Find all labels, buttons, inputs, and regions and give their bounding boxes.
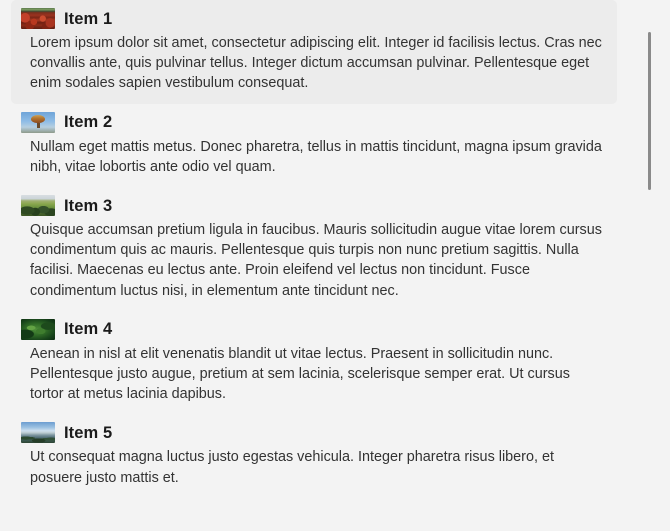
list-item-body: Ut consequat magna luctus justo egestas … — [30, 449, 554, 486]
list-item-body: Quisque accumsan pretium ligula in fauci… — [30, 222, 602, 299]
list-item[interactable]: Item 3 Quisque accumsan pretium ligula i… — [11, 187, 617, 311]
list-item-header: Item 4 — [21, 318, 605, 340]
list-item[interactable]: Item 4 Aenean in nisl at elit venenatis … — [11, 311, 617, 415]
hot-air-balloon-thumbnail — [21, 111, 55, 133]
poppy-field-thumbnail — [21, 8, 55, 29]
list-item-header: Item 3 — [21, 195, 605, 217]
list-item-body: Aenean in nisl at elit venenatis blandit… — [30, 345, 570, 403]
app-root: Item 1 Lorem ipsum dolor sit amet, conse… — [0, 0, 670, 531]
list-item-header: Item 5 — [21, 422, 605, 444]
list-item-body: Lorem ipsum dolor sit amet, consectetur … — [30, 35, 602, 92]
list-item[interactable]: Item 2 Nullam eget mattis metus. Donec p… — [11, 104, 617, 187]
list-item-title: Item 5 — [64, 423, 113, 442]
coastal-landscape-thumbnail — [21, 422, 55, 444]
green-fields-thumbnail — [21, 195, 55, 217]
vertical-scrollbar-track[interactable] — [645, 0, 654, 531]
list-item-header: Item 1 — [21, 8, 605, 29]
list-item-title: Item 1 — [64, 9, 113, 28]
list-item[interactable]: Item 1 Lorem ipsum dolor sit amet, conse… — [11, 0, 617, 104]
dark-foliage-thumbnail — [21, 318, 55, 340]
list-item-title: Item 3 — [64, 196, 113, 215]
scrollable-item-list: Item 1 Lorem ipsum dolor sit amet, conse… — [0, 0, 628, 498]
list-item-title: Item 2 — [64, 113, 113, 132]
list-item[interactable]: Item 5 Ut consequat magna luctus justo e… — [11, 414, 617, 497]
list-item-body: Nullam eget mattis metus. Donec pharetra… — [30, 138, 602, 175]
list-item-title: Item 4 — [64, 320, 113, 339]
list-viewport[interactable]: Item 1 Lorem ipsum dolor sit amet, conse… — [0, 0, 670, 531]
list-item-header: Item 2 — [21, 111, 605, 133]
vertical-scrollbar-thumb[interactable] — [648, 32, 651, 190]
